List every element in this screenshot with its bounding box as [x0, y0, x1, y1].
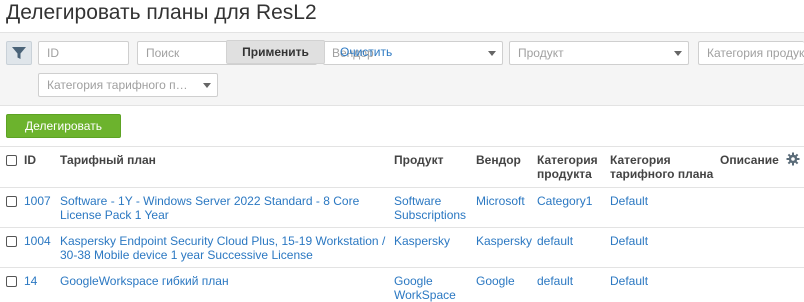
- delegate-button[interactable]: Делегировать: [6, 114, 121, 138]
- column-header-plan-category[interactable]: Категория тарифного плана: [608, 147, 718, 188]
- column-header-product[interactable]: Продукт: [392, 147, 474, 188]
- id-filter-input[interactable]: [47, 42, 120, 64]
- product-select-value: Продукт: [518, 46, 564, 60]
- product-select[interactable]: Продукт: [509, 41, 689, 65]
- row-plan-category-link[interactable]: Default: [610, 194, 648, 208]
- row-product-category-link[interactable]: Category1: [537, 194, 592, 208]
- chevron-down-icon: [674, 51, 682, 56]
- row-vendor-link[interactable]: Kaspersky: [476, 234, 532, 248]
- row-id-link[interactable]: 1004: [24, 234, 51, 248]
- row-plan-link[interactable]: Kaspersky Endpoint Security Cloud Plus, …: [60, 234, 385, 262]
- chevron-down-icon: [488, 51, 496, 56]
- filter-toggle-button[interactable]: [6, 41, 32, 65]
- gear-icon[interactable]: [786, 152, 800, 166]
- column-header-product-category[interactable]: Категория продукта: [535, 147, 608, 188]
- select-all-checkbox[interactable]: [6, 155, 17, 166]
- row-vendor-link[interactable]: Google: [476, 274, 515, 288]
- id-filter-field[interactable]: [38, 41, 129, 65]
- row-product-link[interactable]: Google WorkSpace: [394, 274, 456, 302]
- apply-button[interactable]: Применить: [226, 40, 325, 64]
- column-header-id[interactable]: ID: [22, 147, 58, 188]
- row-plan-category-link[interactable]: Default: [610, 234, 648, 248]
- product-category-select-value: Категория продукта: [707, 46, 804, 60]
- table-row: 14 GoogleWorkspace гибкий план Google Wo…: [0, 268, 804, 302]
- row-plan-link[interactable]: GoogleWorkspace гибкий план: [60, 274, 229, 288]
- chevron-down-icon: [203, 83, 211, 88]
- row-id-link[interactable]: 14: [24, 274, 37, 288]
- row-product-link[interactable]: Software Subscriptions: [394, 194, 466, 222]
- table-row: 1007 Software - 1Y - Windows Server 2022…: [0, 188, 804, 228]
- plan-category-select[interactable]: Категория тарифного плана: [38, 73, 218, 97]
- row-description: [718, 228, 804, 268]
- row-description: [718, 268, 804, 302]
- filter-bar: Вендор Продукт Категория продукта Катего…: [0, 32, 804, 106]
- row-id-link[interactable]: 1007: [24, 194, 51, 208]
- row-checkbox[interactable]: [6, 276, 17, 287]
- row-plan-category-link[interactable]: Default: [610, 274, 648, 288]
- row-product-category-link[interactable]: default: [537, 274, 573, 288]
- row-product-link[interactable]: Kaspersky: [394, 234, 450, 248]
- row-description: [718, 188, 804, 228]
- filter-icon: [12, 47, 26, 59]
- column-header-plan[interactable]: Тарифный план: [58, 147, 392, 188]
- column-header-description[interactable]: Описание: [720, 153, 779, 167]
- row-product-category-link[interactable]: default: [537, 234, 573, 248]
- row-vendor-link[interactable]: Microsoft: [476, 194, 525, 208]
- row-checkbox[interactable]: [6, 196, 17, 207]
- plans-table: ID Тарифный план Продукт Вендор Категори…: [0, 146, 804, 302]
- table-header-row: ID Тарифный план Продукт Вендор Категори…: [0, 146, 804, 188]
- page-title: Делегировать планы для ResL2: [6, 1, 317, 24]
- row-checkbox[interactable]: [6, 236, 17, 247]
- clear-link[interactable]: Очистить: [340, 45, 392, 59]
- column-header-description-cell: Описание: [718, 147, 804, 188]
- plan-category-select-value: Категория тарифного плана: [47, 78, 193, 92]
- table-row: 1004 Kaspersky Endpoint Security Cloud P…: [0, 228, 804, 268]
- column-header-vendor[interactable]: Вендор: [474, 147, 535, 188]
- product-category-select[interactable]: Категория продукта: [698, 41, 804, 65]
- row-plan-link[interactable]: Software - 1Y - Windows Server 2022 Stan…: [60, 194, 359, 222]
